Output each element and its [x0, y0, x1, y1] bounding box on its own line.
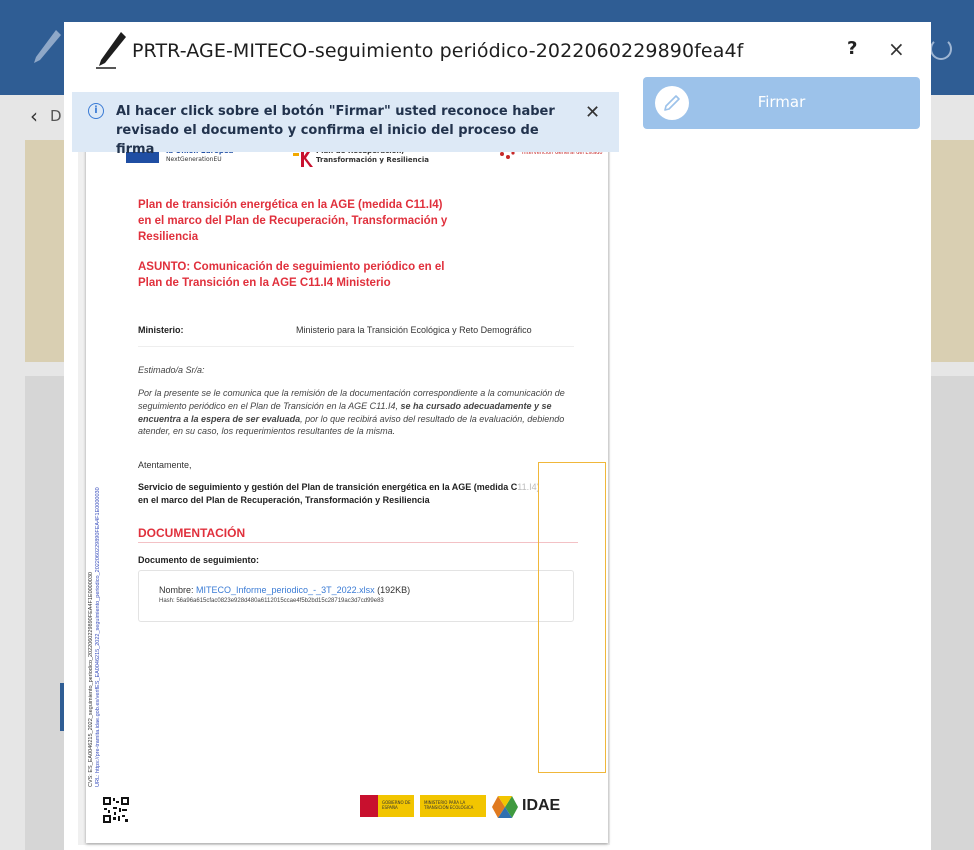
- file-name-prefix: Nombre:: [159, 585, 197, 595]
- back-chevron-icon[interactable]: ‹: [30, 104, 38, 128]
- close-modal-button[interactable]: ×: [888, 37, 905, 61]
- file-size: (192KB): [374, 585, 411, 595]
- body-paragraph: Por la presente se le comunica que la re…: [138, 387, 570, 438]
- file-link[interactable]: MITECO_Informe_periodico_-_3T_2022.xlsx: [196, 585, 375, 595]
- document-title-plan: Plan de transición energética en la AGE …: [138, 199, 448, 243]
- signature-tail: 11.I4): [517, 482, 540, 492]
- info-banner: i Al hacer click sobre el botón "Firmar"…: [72, 92, 619, 157]
- idae-logo-icon: [492, 796, 518, 818]
- signature-placement-box: [538, 462, 606, 773]
- file-hash: Hash: 56a96a615cfac0823e928d480a6112015c…: [159, 598, 384, 604]
- power-icon[interactable]: [930, 38, 952, 60]
- modal-header: PRTR-AGE-MITECO-seguimiento periódico-20…: [64, 22, 931, 78]
- ministerio-logo-text: MINISTERIO PARA LA TRANSICIÓN ECOLÓGICA: [424, 800, 474, 810]
- documentation-heading: DOCUMENTACIÓN: [138, 526, 246, 540]
- modal-title: PRTR-AGE-MITECO-seguimiento periódico-20…: [132, 40, 744, 62]
- sign-document-modal: PRTR-AGE-MITECO-seguimiento periódico-20…: [64, 22, 931, 850]
- ministerio-label: Ministerio:: [138, 325, 184, 335]
- sign-button-label: Firmar: [757, 93, 806, 111]
- file-card: Nombre: MITECO_Informe_periodico_-_3T_20…: [138, 570, 574, 622]
- info-banner-text: Al hacer click sobre el botón "Firmar" u…: [116, 104, 555, 157]
- footer-logos: GOBIERNO DE ESPAÑA MINISTERIO PARA LA TR…: [360, 793, 586, 821]
- signature-line2: en el marco del Plan de Recuperación, Tr…: [138, 495, 430, 505]
- app-pen-icon: [34, 30, 61, 63]
- signature-main: Servicio de seguimiento y gestión del Pl…: [138, 482, 518, 492]
- document-title-asunto: ASUNTO: Comunicación de seguimiento peri…: [138, 261, 445, 289]
- stamp-url: URL: https://pre-tramita.idae.gob.es/ver…: [95, 487, 101, 787]
- file-name-line: Nombre: MITECO_Informe_periodico_-_3T_20…: [159, 585, 410, 595]
- document-viewer[interactable]: la Unión Europea NextGenerationEU Plan d…: [78, 147, 610, 845]
- spain-shield-icon: [360, 795, 378, 817]
- close-banner-button[interactable]: ✕: [585, 102, 600, 123]
- signature-block: Servicio de seguimiento y gestión del Pl…: [138, 481, 578, 507]
- gobierno-logo-text: GOBIERNO DE ESPAÑA: [382, 800, 411, 810]
- idae-logo-text: IDAE: [522, 797, 561, 814]
- stamp-csv: CVS: ES_EA0046215_2022_seguimiento_perio…: [88, 572, 94, 787]
- ministerio-logo: MINISTERIO PARA LA TRANSICIÓN ECOLÓGICA: [420, 795, 486, 817]
- back-label: D: [50, 107, 62, 125]
- sign-button[interactable]: Firmar: [643, 77, 920, 129]
- pen-icon: [96, 32, 126, 69]
- divider: [138, 346, 574, 347]
- verification-stamp: CVS: ES_EA0046215_2022_seguimiento_perio…: [88, 467, 102, 787]
- closing-text: Atentamente,: [138, 460, 192, 470]
- qr-code-icon: [103, 797, 129, 823]
- greeting-text: Estimado/a Sr/a:: [138, 365, 205, 375]
- help-button[interactable]: ?: [847, 38, 857, 59]
- documentation-divider: [138, 542, 578, 543]
- document-page: la Unión Europea NextGenerationEU Plan d…: [86, 147, 608, 843]
- info-icon: i: [88, 103, 104, 119]
- ministerio-value: Ministerio para la Transición Ecológica …: [296, 325, 532, 335]
- gobierno-logo: GOBIERNO DE ESPAÑA: [360, 795, 414, 817]
- seguimiento-label: Documento de seguimiento:: [138, 555, 260, 565]
